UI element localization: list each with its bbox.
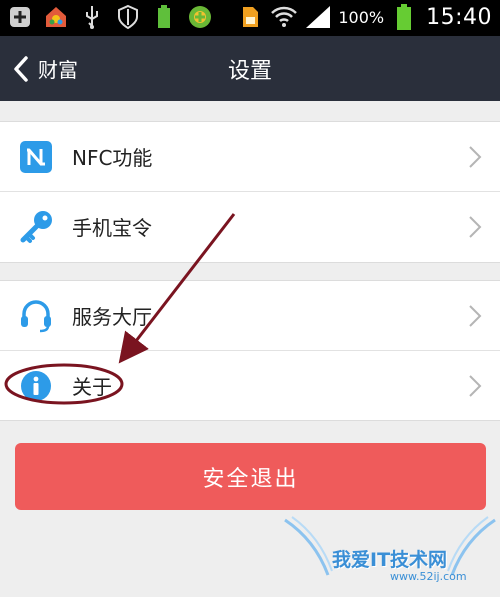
chevron-right-icon [469,215,482,238]
clock: 15:40 [426,4,492,30]
security-app-icon [186,3,214,31]
signal-icon [304,3,332,31]
settings-group-1: NFC功能 手机宝令 [0,121,500,263]
shield-icon [114,3,142,31]
app-store-icon [42,3,70,31]
sim-icon [236,3,264,31]
settings-group-2: 服务大厅 关于 [0,280,500,421]
battery-percent: 100% [338,7,385,27]
nfc-icon [18,139,54,175]
chevron-right-icon [469,145,482,168]
info-icon [18,368,54,404]
watermark: 我爱IT技术网 www.52ij.com [280,515,500,593]
watermark-text: 我爱IT技术网 [332,549,448,571]
status-bar: 100% 15:40 [0,0,500,36]
logout-button[interactable]: 安全退出 [15,443,486,510]
add-icon [6,3,34,31]
title-bar: 财富 设置 [0,36,500,101]
settings-item-label: 关于 [72,375,112,399]
settings-item-phone-token[interactable]: 手机宝令 [0,192,500,261]
settings-item-label: 手机宝令 [72,216,152,240]
watermark-url: www.52ij.com [390,570,467,583]
settings-item-label: NFC功能 [72,146,153,170]
wifi-icon [270,3,298,31]
page-title: 设置 [227,58,272,84]
settings-item-about[interactable]: 关于 [0,351,500,420]
chevron-right-icon [469,374,482,397]
headset-icon [18,298,54,334]
settings-item-service-hall[interactable]: 服务大厅 [0,281,500,350]
battery-small-icon [150,3,178,31]
battery-icon [390,3,418,31]
chevron-right-icon [469,304,482,327]
usb-icon [78,3,106,31]
settings-item-label: 服务大厅 [72,305,152,329]
settings-item-nfc[interactable]: NFC功能 [0,122,500,191]
key-icon [18,209,54,245]
